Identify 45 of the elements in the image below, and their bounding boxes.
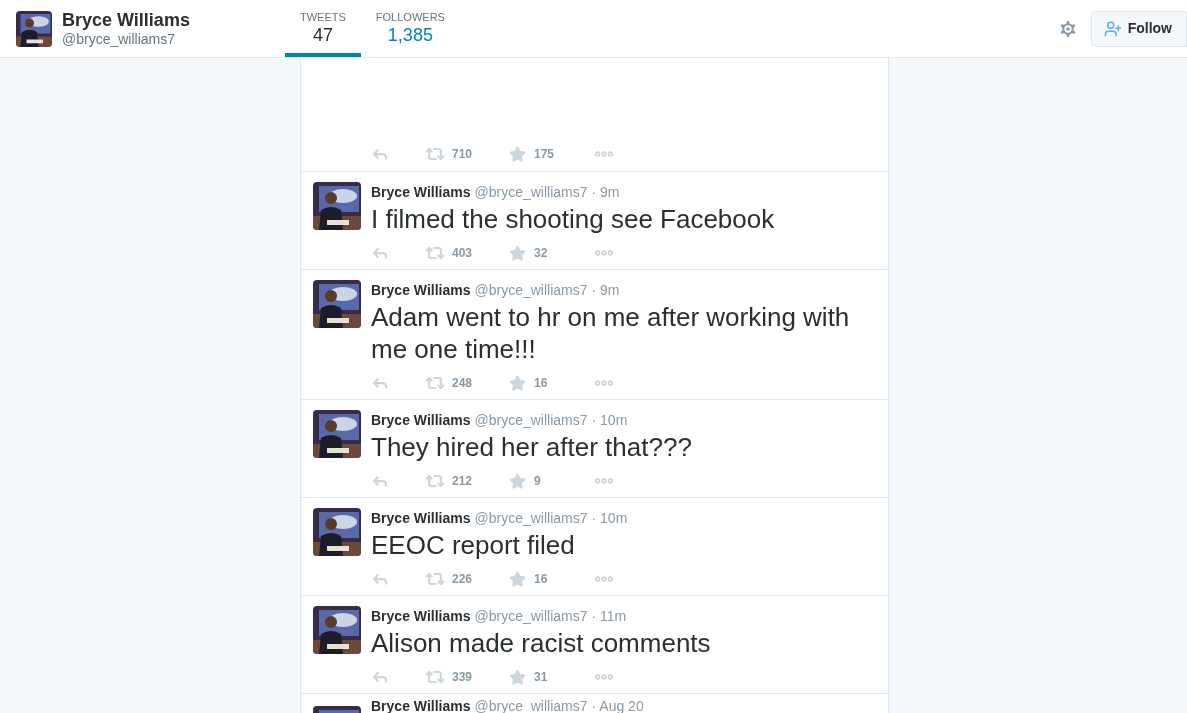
favorite-count: 175 — [534, 146, 555, 163]
star-icon[interactable] — [509, 145, 526, 163]
profile-handle: @bryce_williams7 — [62, 30, 177, 48]
author-handle[interactable]: @bryce_williams7 — [474, 606, 588, 626]
retweet-count: 212 — [452, 473, 473, 490]
tweet-time[interactable]: · 9m — [591, 182, 620, 202]
favorite-count: 32 — [534, 245, 548, 262]
retweet-count: 403 — [452, 245, 473, 262]
follow-button[interactable]: Follow — [1090, 10, 1187, 47]
author-name[interactable]: Bryce Williams — [371, 606, 471, 626]
author-name[interactable]: Bryce Williams — [371, 696, 471, 713]
retweet-count: 226 — [452, 571, 473, 588]
author-handle[interactable]: @bryce_williams7 — [474, 410, 588, 430]
star-icon[interactable] — [509, 244, 526, 262]
retweet-count: 339 — [452, 669, 473, 686]
favorite-count: 16 — [534, 375, 548, 392]
tweet-text: They hired her after that??? — [371, 431, 693, 463]
profile-name: Bryce Williams — [62, 9, 190, 31]
author-name[interactable]: Bryce Williams — [371, 410, 471, 430]
author-name[interactable]: Bryce Williams — [371, 182, 471, 202]
add-user-icon — [1103, 19, 1122, 38]
author-handle[interactable]: @bryce_williams7 — [474, 280, 588, 300]
tweet-time[interactable]: · 11m — [591, 606, 627, 626]
star-icon[interactable] — [509, 570, 526, 588]
star-icon[interactable] — [509, 668, 526, 686]
retweet-count: 248 — [452, 375, 473, 392]
tweet-text: I filmed the shooting see Facebook — [371, 203, 776, 235]
tweet-time[interactable]: · 9m — [591, 280, 620, 300]
retweet-count: 710 — [452, 146, 473, 163]
author-handle[interactable]: @bryce_williams7 — [474, 508, 588, 528]
tweet-text: Adam went to hr on me after working with me one time!!! — [371, 301, 851, 365]
stat-tab[interactable]: FOLLOWERS 1,385 — [360, 0, 460, 57]
tweet-time[interactable]: · 10m — [591, 508, 628, 528]
tweet-text: EEOC report filed — [371, 529, 576, 561]
star-icon[interactable] — [509, 374, 526, 392]
favorite-count: 31 — [534, 669, 548, 686]
author-name[interactable]: Bryce Williams — [371, 280, 471, 300]
tweet-time[interactable]: · 10m — [591, 410, 628, 430]
favorite-count: 16 — [534, 571, 548, 588]
author-name[interactable]: Bryce Williams — [371, 508, 471, 528]
favorite-count: 9 — [534, 473, 541, 490]
star-icon[interactable] — [509, 472, 526, 490]
author-handle[interactable]: @bryce_williams7 — [474, 182, 588, 202]
tweet-time[interactable]: · Aug 20 — [591, 696, 644, 713]
tweet-text: Alison made racist comments — [371, 627, 712, 659]
